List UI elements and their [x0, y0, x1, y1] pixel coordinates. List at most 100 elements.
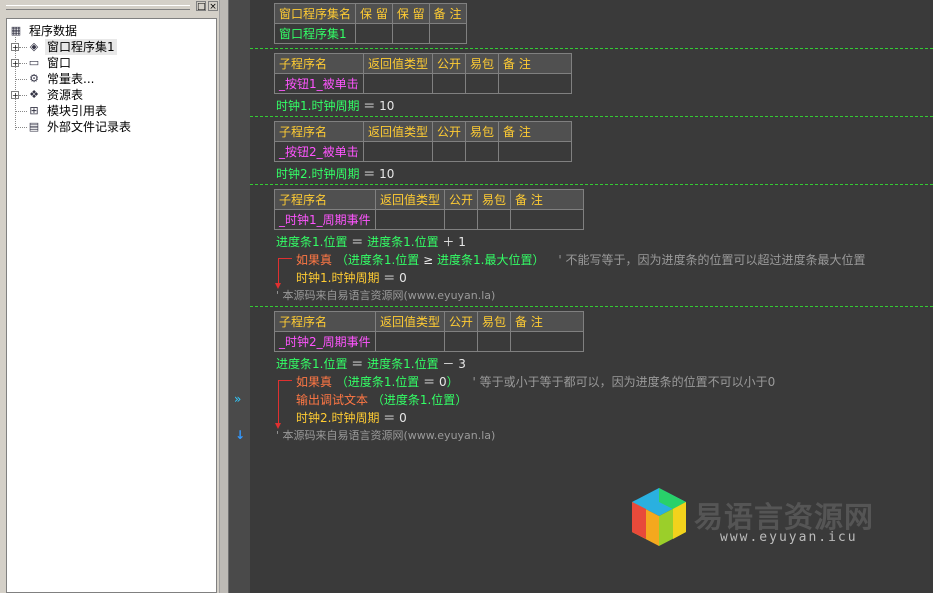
sub-name-cell[interactable]: _时钟1_周期事件 [274, 209, 376, 230]
code-operator: ＝ [363, 167, 376, 181]
section-separator [250, 116, 933, 117]
constant-table-icon: ⚙ [29, 72, 39, 85]
resource-icon: ❖ [29, 88, 39, 101]
code-line[interactable]: ' 本源码来自易语言资源网(www.eyuyan.la) [276, 288, 495, 304]
window-icon: ▭ [28, 56, 40, 69]
code-line[interactable]: 进度条1.位置 ＝ 进度条1.位置 ＋ 1 [276, 234, 466, 250]
code-comment: ' 等于或小于等于都可以，因为进度条的位置不可以小于0 [472, 375, 776, 389]
breakpoint-arrow-icon[interactable]: » [234, 392, 241, 406]
sub-name-cell[interactable]: _时钟2_周期事件 [274, 331, 376, 352]
section-separator [250, 306, 933, 307]
debug-argument: 进度条1.位置 [383, 393, 456, 407]
section-separator [250, 184, 933, 185]
assembly-name-cell[interactable]: 窗口程序集1 [273, 23, 357, 44]
sub-table: 子程序名 返回值类型 公开 易包 备 注 _时钟2_周期事件 [274, 311, 585, 352]
header-cell: 返回值类型 [362, 121, 434, 142]
empty-cell[interactable] [444, 331, 479, 352]
pin-button[interactable]: □ [196, 1, 206, 12]
code-rhs: 进度条1.位置 [367, 357, 439, 371]
header-cell: 易包 [465, 53, 500, 74]
empty-cell[interactable] [465, 73, 500, 94]
empty-cell[interactable] [477, 209, 512, 230]
code-value: 0 [399, 271, 407, 285]
expand-icon[interactable]: + [11, 59, 19, 68]
empty-cell[interactable] [465, 141, 500, 162]
code-line[interactable]: ' 本源码来自易语言资源网(www.eyuyan.la) [276, 428, 495, 444]
header-cell: 子程序名 [274, 53, 364, 74]
sub-table: 子程序名 返回值类型 公开 易包 备 注 _按钮1_被单击 [274, 53, 573, 94]
site-watermark: 易语言资源网 www.eyuyan.icu [630, 486, 930, 548]
empty-cell[interactable] [444, 209, 479, 230]
header-cell: 备 注 [498, 121, 573, 142]
file-record-icon: ▤ [28, 120, 40, 133]
code-comment: ' 不能写等于，因为进度条的位置可以超过进度条最大位置 [558, 253, 866, 267]
tree-item-resources[interactable]: + ❖ 资源表 [11, 87, 211, 103]
header-cell: 备 注 [498, 53, 573, 74]
empty-cell[interactable] [498, 73, 573, 94]
empty-cell[interactable] [374, 209, 446, 230]
header-cell: 公开 [444, 189, 479, 210]
header-cell: 备 注 [428, 3, 467, 24]
tree-item-label: 外部文件记录表 [47, 120, 132, 134]
sub-table: 子程序名 返回值类型 公开 易包 备 注 _时钟1_周期事件 [274, 189, 585, 230]
tree-item-label: 模块引用表 [47, 104, 108, 118]
header-cell: 易包 [477, 189, 512, 210]
tree-item-module-refs[interactable]: ⊞ 模块引用表 [11, 103, 211, 119]
empty-cell[interactable] [432, 73, 467, 94]
tree-item-external-files[interactable]: ▤ 外部文件记录表 [11, 119, 211, 135]
header-cell: 返回值类型 [374, 311, 446, 332]
code-line[interactable]: 时钟2.时钟周期 ＝ 0 [296, 410, 407, 426]
empty-cell[interactable] [498, 141, 573, 162]
tree-item-window-assembly[interactable]: + ◈ 窗口程序集1 [11, 39, 211, 55]
code-value: 1 [458, 235, 466, 249]
code-line[interactable]: 输出调试文本 （进度条1.位置） [296, 392, 467, 408]
empty-cell[interactable] [362, 141, 434, 162]
sub-name-cell[interactable]: _按钮1_被单击 [274, 73, 364, 94]
if-keyword: 如果真 [296, 375, 333, 389]
code-value: 0 [399, 411, 407, 425]
header-cell: 子程序名 [274, 121, 364, 142]
program-data-icon: ▦ [10, 24, 22, 37]
empty-cell[interactable] [391, 23, 430, 44]
editor-gutter: » ↓ [228, 0, 251, 593]
code-line[interactable]: 时钟1.时钟周期 ＝ 10 [276, 98, 394, 114]
empty-cell[interactable] [510, 331, 585, 352]
expand-icon[interactable]: + [11, 43, 19, 52]
debug-command: 输出调试文本 [296, 393, 369, 407]
empty-cell[interactable] [432, 141, 467, 162]
code-object: 时钟2.时钟周期 [296, 411, 380, 425]
tree-item-label: 窗口程序集1 [45, 39, 117, 55]
paren: ） [455, 393, 468, 407]
empty-cell[interactable] [510, 209, 585, 230]
empty-cell[interactable] [374, 331, 446, 352]
tree-item-constants[interactable]: ⚙ 常量表... [11, 71, 211, 87]
code-line[interactable]: 进度条1.位置 ＝ 进度条1.位置 － 3 [276, 356, 466, 372]
header-cell: 子程序名 [274, 189, 376, 210]
code-line[interactable]: 如果真 （进度条1.位置 ≥ 进度条1.最大位置） ' 不能写等于，因为进度条的… [296, 252, 865, 268]
tree-item-label: 窗口 [47, 56, 72, 70]
header-cell: 公开 [432, 121, 467, 142]
header-cell: 公开 [444, 311, 479, 332]
condition-right: 进度条1.最大位置 [437, 253, 533, 267]
empty-cell[interactable] [477, 331, 512, 352]
code-line[interactable]: 如果真 （进度条1.位置 ＝ 0） ' 等于或小于等于都可以，因为进度条的位置不… [296, 374, 775, 390]
empty-cell[interactable] [362, 73, 434, 94]
tree-item-window[interactable]: + ▭ 窗口 [11, 55, 211, 71]
section-separator [250, 48, 933, 49]
current-line-arrow-icon: ↓ [235, 428, 246, 442]
code-line[interactable]: 时钟2.时钟周期 ＝ 10 [276, 166, 394, 182]
panel-grip[interactable] [6, 5, 190, 10]
empty-cell[interactable] [428, 23, 467, 44]
paren: （ [335, 253, 348, 267]
expand-icon[interactable]: + [11, 91, 19, 100]
paren: （ [335, 375, 348, 389]
empty-cell[interactable] [355, 23, 393, 44]
tree-item-label: 资源表 [47, 88, 84, 102]
close-panel-button[interactable]: × [208, 1, 218, 12]
code-operator: － [442, 357, 455, 371]
module-ref-icon: ⊞ [29, 104, 39, 117]
code-line[interactable]: 时钟1.时钟周期 ＝ 0 [296, 270, 407, 286]
condition-left: 进度条1.位置 [347, 253, 420, 267]
code-value: 10 [379, 99, 395, 113]
sub-name-cell[interactable]: _按钮2_被单击 [274, 141, 364, 162]
